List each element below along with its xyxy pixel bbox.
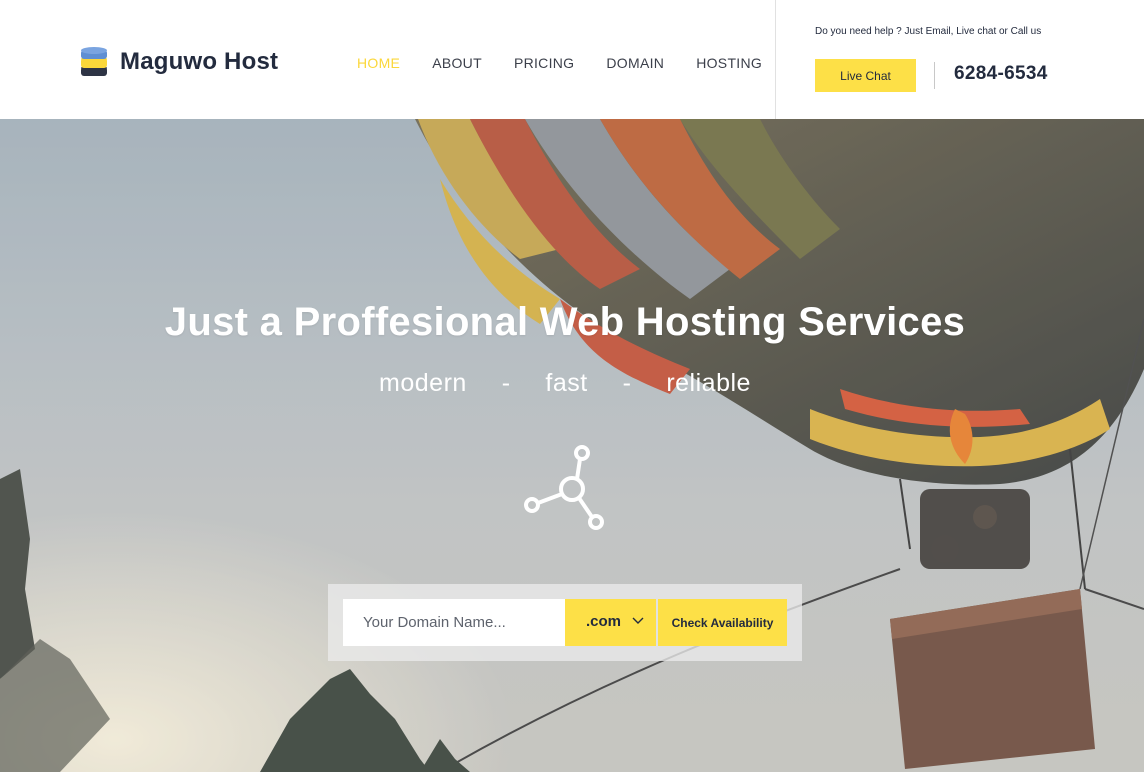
nav-item-pricing[interactable]: PRICING <box>498 52 590 74</box>
phone-divider <box>934 62 935 89</box>
brand-logo[interactable]: Maguwo Host <box>81 46 278 78</box>
site-header: Maguwo Host HOME ABOUT PRICING DOMAIN HO… <box>0 0 1144 119</box>
nav-item-home[interactable]: HOME <box>341 52 416 74</box>
nav-item-about[interactable]: ABOUT <box>416 52 498 74</box>
live-chat-button[interactable]: Live Chat <box>815 59 916 92</box>
database-stack-icon <box>81 47 107 76</box>
main-nav: HOME ABOUT PRICING DOMAIN HOSTING <box>341 52 778 74</box>
chevron-down-icon <box>632 617 644 624</box>
domain-search-input[interactable] <box>343 599 565 646</box>
hero-subtitle: modern - fast - reliable <box>379 369 751 397</box>
check-availability-button[interactable]: Check Availability <box>658 599 787 646</box>
network-nodes-icon <box>524 445 604 530</box>
brand-name: Maguwo Host <box>120 48 279 75</box>
tld-selected-value: .com <box>586 613 622 630</box>
nav-item-domain[interactable]: DOMAIN <box>590 52 680 74</box>
help-text: Do you need help ? Just Email, Live chat… <box>815 26 1042 37</box>
header-divider <box>775 0 776 119</box>
tld-dropdown[interactable]: .com <box>565 599 656 646</box>
nav-item-hosting[interactable]: HOSTING <box>680 52 778 74</box>
hero-section: Just a Proffesional Web Hosting Services… <box>0 119 1144 772</box>
domain-search-box: .com Check Availability <box>328 584 802 661</box>
hero-title: Just a Proffesional Web Hosting Services <box>164 300 966 344</box>
phone-number[interactable]: 6284-6534 <box>954 63 1048 85</box>
